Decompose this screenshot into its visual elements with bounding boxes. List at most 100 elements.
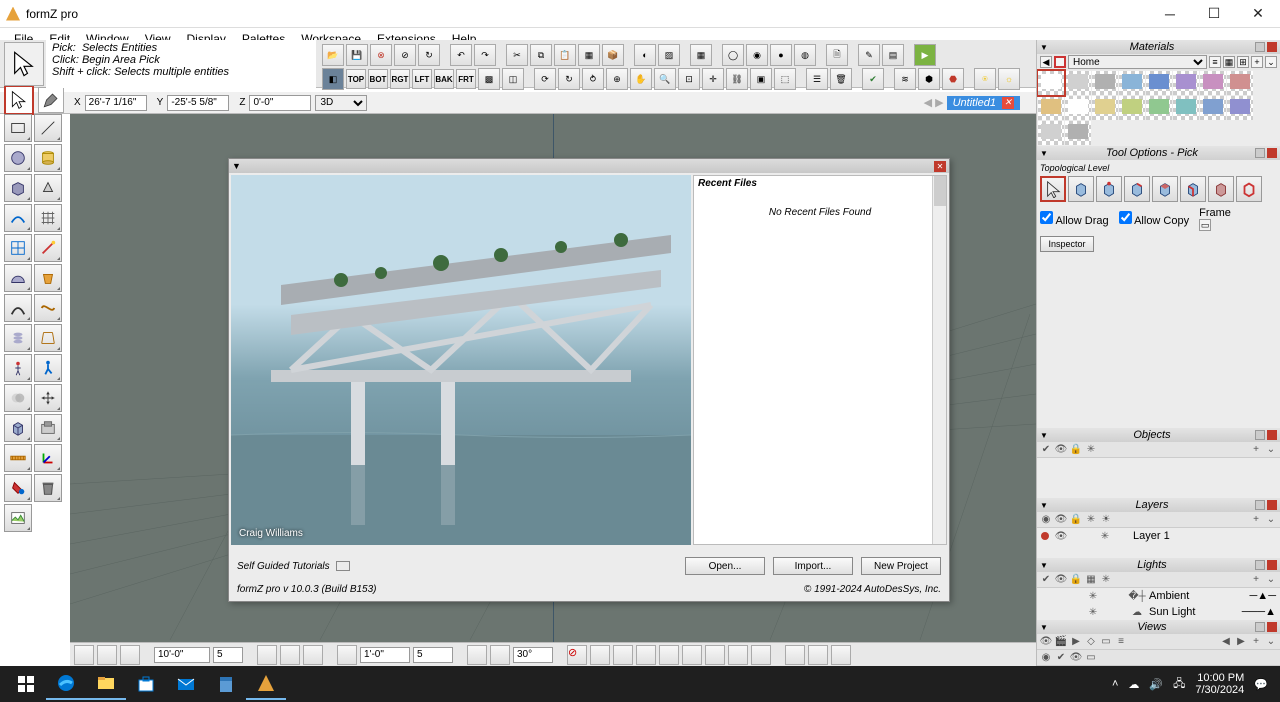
obj-eye-icon[interactable]: 👁 xyxy=(1055,444,1067,456)
lights-panel-header[interactable]: ▼Lights xyxy=(1037,558,1280,572)
panel-close-icon[interactable] xyxy=(1267,622,1277,632)
view-frt[interactable]: FRT xyxy=(456,69,476,89)
osnap-mid-icon[interactable] xyxy=(636,645,656,665)
trash-icon[interactable]: 🗑 xyxy=(830,68,852,90)
surf-snap-icon[interactable] xyxy=(808,645,828,665)
osnap-near-icon[interactable] xyxy=(751,645,771,665)
pick-tool-large[interactable] xyxy=(4,42,44,86)
tray-volume-icon[interactable]: 🔊 xyxy=(1149,678,1163,691)
x-input[interactable] xyxy=(85,95,147,111)
material-swatch[interactable] xyxy=(1038,121,1064,145)
vw-clap-icon[interactable]: 🎬 xyxy=(1055,636,1067,648)
vw-opts-icon[interactable]: ≡ xyxy=(1115,636,1127,648)
topo-point-icon[interactable] xyxy=(1068,176,1094,202)
tray-up-icon[interactable]: ˄ xyxy=(1112,678,1118,690)
topo-outline-icon[interactable] xyxy=(1124,176,1150,202)
paste-icon[interactable]: 📋 xyxy=(554,44,576,66)
cube2-icon[interactable]: ⬣ xyxy=(942,68,964,90)
obj-more-icon[interactable]: ⌄ xyxy=(1265,444,1277,456)
material-swatch[interactable] xyxy=(1173,71,1199,95)
prev-doc-icon[interactable]: ◀ xyxy=(924,96,932,109)
panel-close-icon[interactable] xyxy=(1267,500,1277,510)
layer-snap-icon[interactable]: ✳ xyxy=(1099,530,1111,542)
vw-ctrl-icon[interactable]: ▭ xyxy=(1085,652,1097,664)
material-group-select[interactable]: Home xyxy=(1068,55,1207,69)
material-swatch[interactable] xyxy=(1038,71,1064,95)
sphere-icon[interactable]: ● xyxy=(770,44,792,66)
open-button[interactable]: Open... xyxy=(685,557,765,575)
material-swatch[interactable] xyxy=(1065,121,1091,145)
mat-add-icon[interactable]: + xyxy=(1251,56,1263,68)
li-add-icon[interactable]: + xyxy=(1250,574,1262,586)
y-input[interactable] xyxy=(167,95,229,111)
next-doc-icon[interactable]: ▶ xyxy=(935,96,943,109)
panel-close-icon[interactable] xyxy=(1267,148,1277,158)
calendar-icon[interactable]: ▤ xyxy=(882,44,904,66)
move-snap-input[interactable] xyxy=(360,647,410,663)
axes-tool-icon[interactable] xyxy=(34,444,62,472)
vw-sel-icon[interactable]: ◉ xyxy=(1040,652,1052,664)
tray-network-icon[interactable]: 🖧 xyxy=(1173,675,1185,694)
minimize-button[interactable]: ─ xyxy=(1148,0,1192,28)
rect-tool-icon[interactable] xyxy=(4,114,32,142)
line-tool-icon[interactable] xyxy=(34,114,62,142)
material-swatch[interactable] xyxy=(1119,71,1145,95)
vw-add-icon[interactable]: + xyxy=(1250,636,1262,648)
clock[interactable]: 10:00 PM 7/30/2024 xyxy=(1195,672,1244,696)
osnap-tan-icon[interactable] xyxy=(728,645,748,665)
zoom-icon[interactable]: 🔍 xyxy=(654,68,676,90)
loft-tool-icon[interactable] xyxy=(34,324,62,352)
cancel-icon[interactable]: ⊘ xyxy=(394,44,416,66)
document-tab[interactable]: Untitled1 ✕ xyxy=(947,96,1020,110)
measure-tool-icon[interactable] xyxy=(4,444,32,472)
vw-prev2-icon[interactable]: ◀ xyxy=(1220,636,1232,648)
dialog-titlebar[interactable]: ▼ ✕ xyxy=(229,159,949,173)
layer-eye-icon[interactable]: 👁 xyxy=(1055,530,1067,542)
snap-toggle-icon[interactable] xyxy=(97,645,117,665)
perspective-icon[interactable]: ◧ xyxy=(322,68,344,90)
material-swatch[interactable] xyxy=(1065,96,1091,120)
dialog-collapse-icon[interactable]: ▼ xyxy=(232,161,241,171)
maximize-button[interactable]: ☐ xyxy=(1192,0,1236,28)
topo-group-icon[interactable] xyxy=(1208,176,1234,202)
mail-icon[interactable] xyxy=(166,668,206,700)
snap2-icon[interactable] xyxy=(280,645,300,665)
vw-next-icon[interactable]: ▶ xyxy=(1070,636,1082,648)
angle-snap-icon[interactable] xyxy=(337,645,357,665)
no-snap-icon[interactable]: ⊘ xyxy=(567,645,587,665)
pen-tool-icon[interactable] xyxy=(38,87,64,113)
panel-min-icon[interactable] xyxy=(1255,622,1265,632)
mesh-tool-icon[interactable] xyxy=(34,204,62,232)
package-icon[interactable]: 📦 xyxy=(602,44,624,66)
li-check-icon[interactable]: ✔ xyxy=(1040,574,1052,586)
mat-grid-icon[interactable]: ▦ xyxy=(1223,56,1235,68)
material-swatch[interactable] xyxy=(1065,71,1091,95)
screw-tool-icon[interactable] xyxy=(4,324,32,352)
snap3-icon[interactable] xyxy=(303,645,323,665)
allow-drag-checkbox[interactable]: Allow Drag xyxy=(1040,211,1109,227)
material-swatch[interactable] xyxy=(1119,96,1145,120)
circle2-icon[interactable]: ◉ xyxy=(746,44,768,66)
lay-more-icon[interactable]: ⌄ xyxy=(1265,514,1277,526)
notifications-icon[interactable]: 💬 xyxy=(1254,678,1268,691)
objects-panel-header[interactable]: ▼Objects xyxy=(1037,428,1280,442)
grid-toggle-icon[interactable] xyxy=(120,645,140,665)
topo-face-icon[interactable] xyxy=(1152,176,1178,202)
orbit-icon[interactable]: ⟳ xyxy=(534,68,556,90)
material-swatch[interactable] xyxy=(1173,96,1199,120)
panel-min-icon[interactable] xyxy=(1255,42,1265,52)
view-rgt[interactable]: RGT xyxy=(390,69,410,89)
osnap-pt-icon[interactable] xyxy=(590,645,610,665)
target-icon[interactable]: ✛ xyxy=(702,68,724,90)
allow-copy-checkbox[interactable]: Allow Copy xyxy=(1119,211,1189,227)
grid-div-input[interactable] xyxy=(213,647,243,663)
osnap-int-icon[interactable] xyxy=(659,645,679,665)
notes-icon[interactable] xyxy=(206,668,246,700)
store-icon[interactable] xyxy=(126,668,166,700)
lay-snap-icon[interactable]: ✳ xyxy=(1085,514,1097,526)
material-swatch[interactable] xyxy=(1092,96,1118,120)
material-swatch[interactable] xyxy=(1146,96,1172,120)
globe-icon[interactable]: ◍ xyxy=(794,44,816,66)
formz-taskbar-icon[interactable] xyxy=(246,668,286,700)
dome-tool-icon[interactable] xyxy=(4,264,32,292)
